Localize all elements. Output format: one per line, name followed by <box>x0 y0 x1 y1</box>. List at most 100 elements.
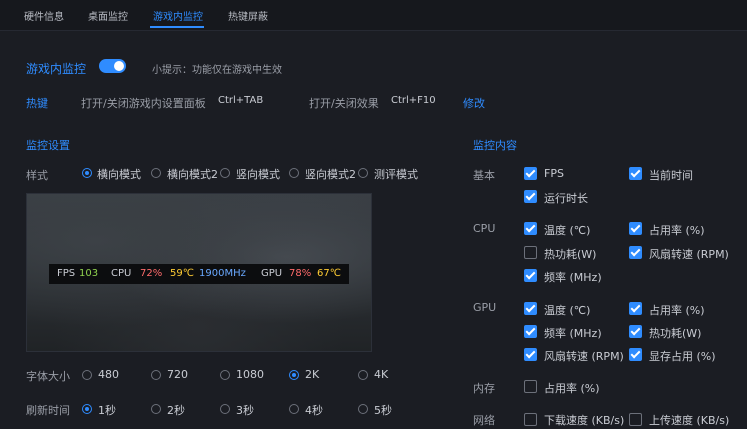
gpu-group-label: GPU <box>473 301 497 314</box>
osd-cpu-freq: 1900MHz <box>199 268 246 279</box>
gpu-vram-label[interactable]: 显存占用 (%) <box>649 348 716 364</box>
checkbox-gpu-usage[interactable] <box>629 302 642 315</box>
style-radio-horizontal-2[interactable] <box>151 168 161 178</box>
font-radio-1080[interactable] <box>220 370 230 380</box>
refresh-option-5s[interactable]: 5秒 <box>374 402 392 418</box>
osd-fps-value: 103 <box>79 268 99 279</box>
hotkey-effect-key: Ctrl+F10 <box>391 95 436 106</box>
memory-usage-label[interactable]: 占用率 (%) <box>544 380 600 396</box>
hotkey-panel-label: 打开/关闭游戏内设置面板 <box>81 97 206 110</box>
gpu-freq-label[interactable]: 频率 (MHz) <box>544 325 602 341</box>
gpu-usage-label[interactable]: 占用率 (%) <box>649 302 705 318</box>
checkbox-basic-fps[interactable] <box>524 167 537 180</box>
refresh-radio-2s[interactable] <box>151 404 161 414</box>
checkbox-gpu-temp[interactable] <box>524 302 537 315</box>
checkbox-gpu-vram[interactable] <box>629 348 642 361</box>
refresh-radio-1s[interactable] <box>82 404 92 414</box>
osd-gpu-usage: 78% <box>289 268 312 279</box>
checkbox-network-upload[interactable] <box>629 413 642 426</box>
basic-fps-label[interactable]: FPS <box>544 167 564 180</box>
style-option-horizontal[interactable]: 横向模式 <box>97 166 141 182</box>
checkbox-cpu-power[interactable] <box>524 246 537 259</box>
cpu-temp-label[interactable]: 温度 (℃) <box>544 222 590 238</box>
monitor-content-title: 监控内容 <box>473 139 517 152</box>
gpu-fan-label[interactable]: 风扇转速 (RPM) <box>544 348 624 364</box>
font-option-720[interactable]: 720 <box>167 368 188 381</box>
font-radio-720[interactable] <box>151 370 161 380</box>
checkbox-gpu-power[interactable] <box>629 325 642 338</box>
cpu-power-label[interactable]: 热功耗(W) <box>544 246 596 262</box>
refresh-option-4s[interactable]: 4秒 <box>305 402 323 418</box>
gpu-power-label[interactable]: 热功耗(W) <box>649 325 701 341</box>
basic-runtime-label[interactable]: 运行时长 <box>544 190 588 206</box>
font-radio-2k[interactable] <box>289 370 299 380</box>
checkbox-gpu-fan[interactable] <box>524 348 537 361</box>
checkbox-cpu-temp[interactable] <box>524 222 537 235</box>
refresh-radio-5s[interactable] <box>358 404 368 414</box>
style-option-review[interactable]: 测评模式 <box>374 166 418 182</box>
refresh-radio-3s[interactable] <box>220 404 230 414</box>
tab-hardware-info[interactable]: 硬件信息 <box>24 8 64 23</box>
checkbox-cpu-fan[interactable] <box>629 246 642 259</box>
cpu-group-label: CPU <box>473 222 496 235</box>
osd-cpu-usage: 72% <box>140 268 163 279</box>
toggle-knob <box>114 61 124 71</box>
hotkey-effect-label: 打开/关闭效果 <box>309 97 379 110</box>
tab-desktop-monitor[interactable]: 桌面监控 <box>88 8 128 23</box>
cpu-freq-label[interactable]: 频率 (MHz) <box>544 269 602 285</box>
font-size-label: 字体大小 <box>26 370 70 383</box>
style-option-vertical-2[interactable]: 竖向模式2 <box>305 166 356 182</box>
checkbox-gpu-freq[interactable] <box>524 325 537 338</box>
style-radio-horizontal[interactable] <box>82 168 92 178</box>
basic-group-label: 基本 <box>473 169 495 182</box>
ingame-monitor-toggle[interactable] <box>99 59 126 73</box>
refresh-radio-4s[interactable] <box>289 404 299 414</box>
style-option-horizontal-2[interactable]: 横向模式2 <box>167 166 218 182</box>
gpu-temp-label[interactable]: 温度 (℃) <box>544 302 590 318</box>
page-title: 游戏内监控 <box>26 62 87 76</box>
network-upload-label[interactable]: 上传速度 (KB/s) <box>649 412 729 428</box>
style-label: 样式 <box>26 169 48 182</box>
style-radio-vertical-2[interactable] <box>289 168 299 178</box>
checkbox-cpu-usage[interactable] <box>629 222 642 235</box>
osd-fps-label: FPS <box>57 268 76 279</box>
edit-hotkey-link[interactable]: 修改 <box>463 95 485 111</box>
refresh-option-1s[interactable]: 1秒 <box>98 402 116 418</box>
style-radio-review[interactable] <box>358 168 368 178</box>
network-download-label[interactable]: 下载速度 (KB/s) <box>544 412 624 428</box>
tab-ingame-monitor[interactable]: 游戏内监控 <box>153 8 203 23</box>
style-radio-vertical[interactable] <box>220 168 230 178</box>
tab-hotkey-block[interactable]: 热键屏蔽 <box>228 8 268 23</box>
font-radio-480[interactable] <box>82 370 92 380</box>
hint-text: 小提示：功能仅在游戏中生效 <box>152 65 282 76</box>
osd-cpu-temp: 59℃ <box>170 268 194 279</box>
style-option-vertical[interactable]: 竖向模式 <box>236 166 280 182</box>
osd-cpu-label: CPU <box>111 268 132 279</box>
refresh-option-3s[interactable]: 3秒 <box>236 402 254 418</box>
checkbox-cpu-freq[interactable] <box>524 269 537 282</box>
monitor-settings-title: 监控设置 <box>26 139 70 152</box>
cpu-usage-label[interactable]: 占用率 (%) <box>649 222 705 238</box>
refresh-time-label: 刷新时间 <box>26 404 70 417</box>
font-option-480[interactable]: 480 <box>98 368 119 381</box>
preview-osd-fps-cpu: FPS 103 CPU 72% 59℃ 1900MHz <box>49 264 255 284</box>
overlay-preview: FPS 103 CPU 72% 59℃ 1900MHz GPU 78% 67℃ <box>26 193 372 352</box>
checkbox-basic-runtime[interactable] <box>524 190 537 203</box>
basic-current-time-label[interactable]: 当前时间 <box>649 167 693 183</box>
tab-bar: 硬件信息 桌面监控 游戏内监控 热键屏蔽 <box>0 0 747 31</box>
font-option-1080[interactable]: 1080 <box>236 368 264 381</box>
font-option-2k[interactable]: 2K <box>305 368 319 381</box>
hotkey-label: 热键 <box>26 97 48 110</box>
active-tab-indicator <box>150 26 204 28</box>
memory-group-label: 内存 <box>473 382 495 395</box>
font-option-4k[interactable]: 4K <box>374 368 388 381</box>
font-radio-4k[interactable] <box>358 370 368 380</box>
cpu-fan-label[interactable]: 风扇转速 (RPM) <box>649 246 729 262</box>
checkbox-basic-current-time[interactable] <box>629 167 642 180</box>
osd-gpu-temp: 67℃ <box>317 268 341 279</box>
preview-osd-gpu: GPU 78% 67℃ <box>253 264 349 284</box>
network-group-label: 网络 <box>473 414 495 427</box>
checkbox-network-download[interactable] <box>524 413 537 426</box>
checkbox-memory-usage[interactable] <box>524 380 537 393</box>
refresh-option-2s[interactable]: 2秒 <box>167 402 185 418</box>
